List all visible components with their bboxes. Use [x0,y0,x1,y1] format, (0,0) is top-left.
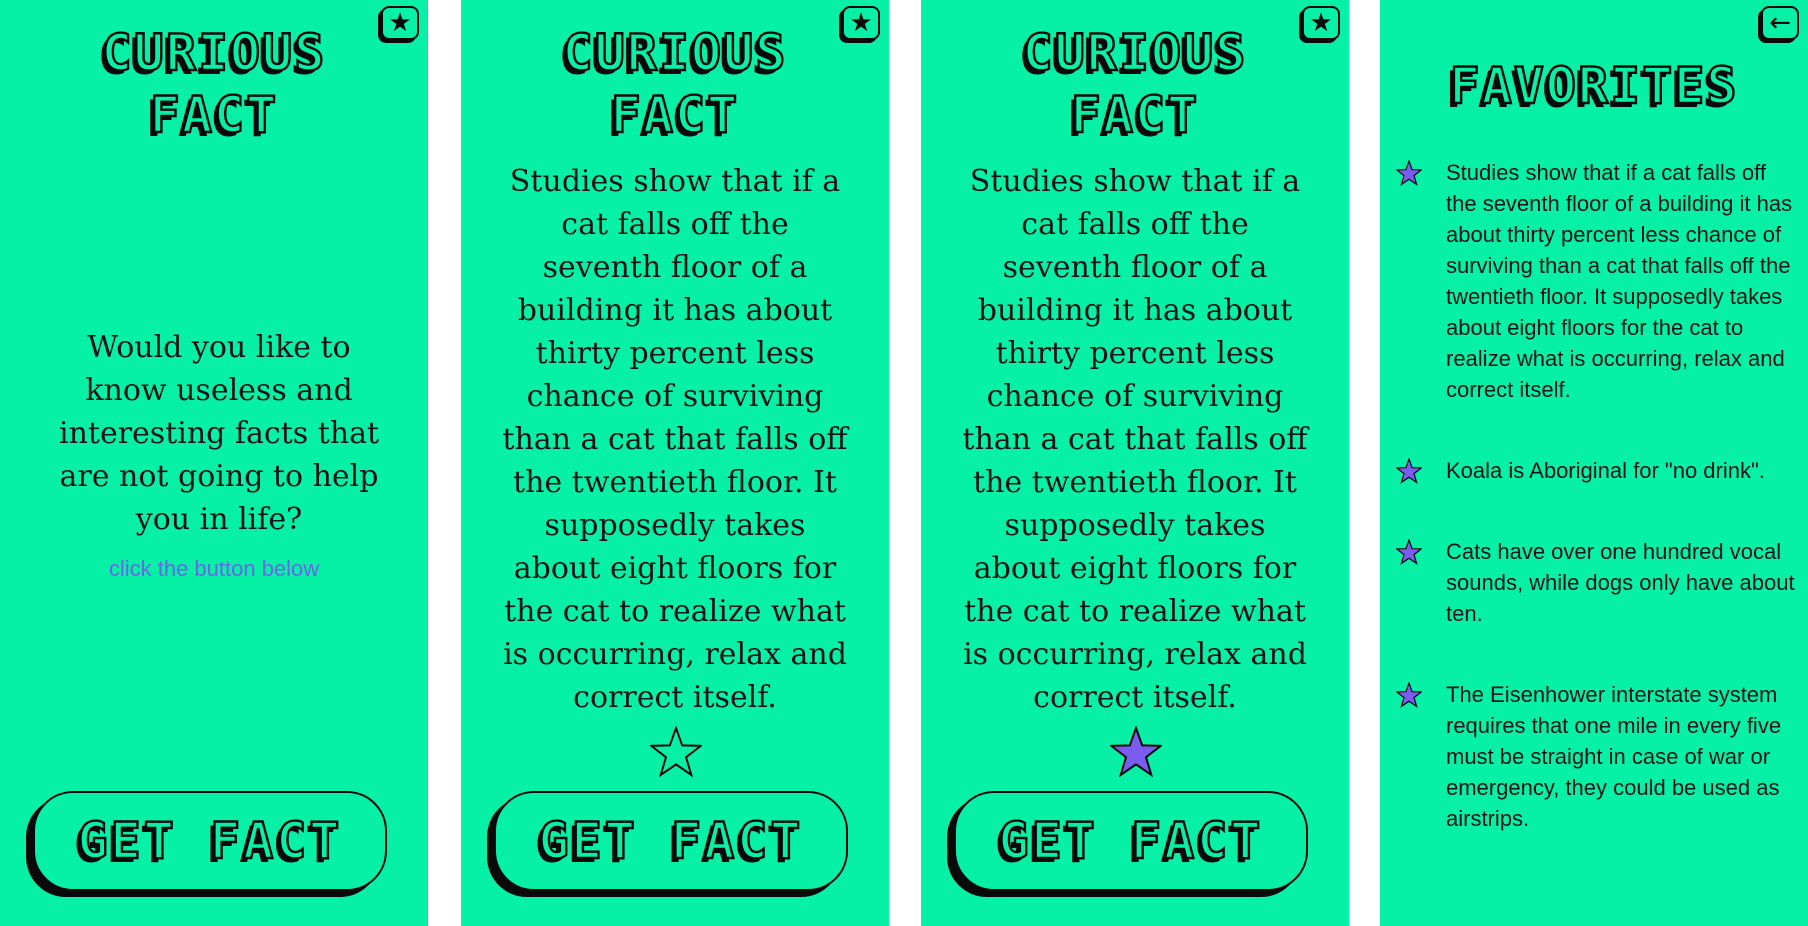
get-fact-button[interactable]: GET FACT [954,791,1308,891]
favorite-item: Koala is Aboriginal for "no drink". [1396,455,1798,486]
page-title: FAVORITES [1448,56,1739,116]
fact-screen-favorited: CURIOUS FACT ★ Studies show that if a ca… [921,0,1349,926]
get-fact-label: GET FACT [76,811,343,871]
favorite-text: Studies show that if a cat falls off the… [1446,160,1793,402]
star-bullet-icon [1396,458,1422,484]
hint-text: click the button below [108,556,320,581]
star-bullet-icon [1396,160,1422,186]
favorite-text: Cats have over one hundred vocal sounds,… [1446,539,1795,626]
favorites-screen: ← FAVORITES Studies show that if a cat f… [1380,0,1808,926]
page-title: CURIOUS FACT [1021,23,1248,145]
page-title: CURIOUS FACT [561,23,788,145]
fact-text: Studies show that if a cat falls off the… [502,164,848,715]
star-bullet-icon [1396,539,1422,565]
star-icon: ★ [849,8,873,38]
favorites-button[interactable]: ★ [1302,6,1340,40]
favorites-list: Studies show that if a cat falls off the… [1396,157,1798,834]
favorites-button[interactable]: ★ [381,6,419,40]
intro-text: Would you like to know useless and inter… [58,330,380,537]
page-title: CURIOUS FACT [100,23,327,145]
favorite-text: The Eisenhower interstate system require… [1446,682,1782,831]
star-icon: ★ [1309,8,1333,38]
favorite-item: The Eisenhower interstate system require… [1396,679,1798,834]
fact-text: Studies show that if a cat falls off the… [962,164,1308,715]
back-button[interactable]: ← [1761,6,1799,40]
back-arrow-icon: ← [1769,8,1791,38]
get-fact-label: GET FACT [537,811,804,871]
fact-screen: CURIOUS FACT ★ Studies show that if a ca… [461,0,889,926]
favorites-button[interactable]: ★ [842,6,880,40]
star-icon: ★ [388,8,412,38]
get-fact-label: GET FACT [997,811,1264,871]
star-bullet-icon [1396,682,1422,708]
get-fact-button[interactable]: GET FACT [33,791,387,891]
favorite-item: Studies show that if a cat falls off the… [1396,157,1798,405]
intro-screen: CURIOUS FACT ★ Would you like to know us… [0,0,428,926]
get-fact-button[interactable]: GET FACT [494,791,848,891]
favorite-text: Koala is Aboriginal for "no drink". [1446,458,1765,483]
favorite-star-filled-icon[interactable] [1110,726,1162,778]
favorite-item: Cats have over one hundred vocal sounds,… [1396,536,1798,629]
favorite-star-outline-icon[interactable] [650,726,702,778]
